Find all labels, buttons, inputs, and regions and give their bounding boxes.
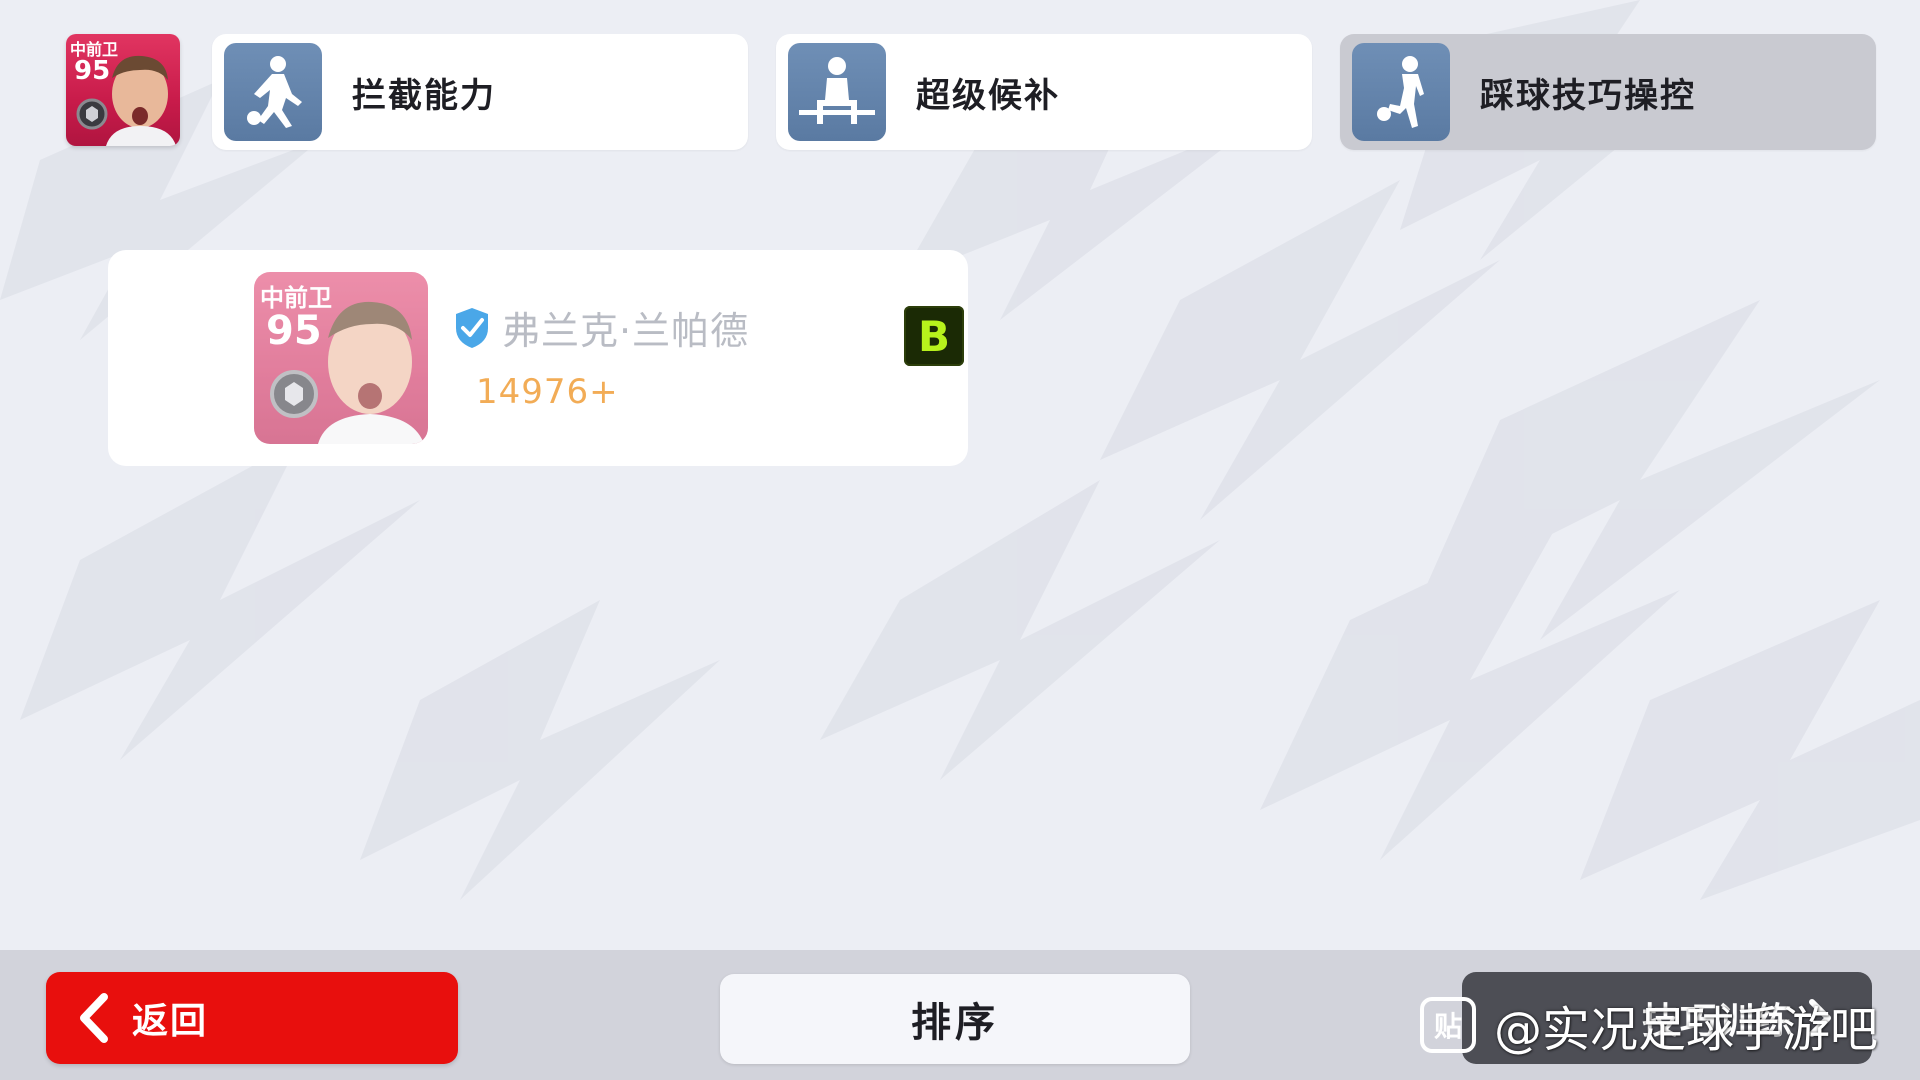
back-button[interactable]: 返回 bbox=[46, 972, 458, 1064]
tieba-logo-icon: 贴 bbox=[1420, 997, 1476, 1053]
skill-label-interception: 拦截能力 bbox=[352, 75, 496, 116]
skill-card-interception[interactable]: 拦截能力 bbox=[212, 34, 748, 150]
player-name-row: 弗兰克·兰帕德 bbox=[454, 300, 749, 355]
skill-label-super-sub: 超级候补 bbox=[916, 75, 1060, 116]
sole-control-player-icon bbox=[1352, 43, 1450, 141]
rating-label: 95 bbox=[74, 56, 111, 86]
player-list-item[interactable]: 中前卫 95 弗兰克·兰帕德 14976+ B bbox=[108, 250, 968, 466]
interception-player-icon bbox=[224, 43, 322, 141]
skill-card-super-sub[interactable]: 超级候补 bbox=[776, 34, 1312, 150]
watermark: 贴 @实况足球手游吧 bbox=[1420, 990, 1878, 1060]
thumb-rating-label: 95 bbox=[266, 308, 322, 354]
selected-player-card[interactable]: 中前卫 95 bbox=[66, 34, 180, 146]
player-name: 弗兰克·兰帕德 bbox=[502, 309, 750, 353]
player-points: 14976+ bbox=[476, 372, 619, 412]
watermark-text: @实况足球手游吧 bbox=[1494, 1002, 1879, 1058]
shield-check-icon bbox=[456, 307, 488, 348]
skill-label-sole-control: 踩球技巧操控 bbox=[1480, 75, 1696, 116]
player-thumbnail: 中前卫 95 bbox=[254, 272, 428, 444]
sort-button-label: 排序 bbox=[911, 1000, 999, 1046]
skill-card-sole-control[interactable]: 踩球技巧操控 bbox=[1340, 34, 1876, 150]
grade-badge: B bbox=[904, 306, 964, 366]
sort-button[interactable]: 排序 bbox=[720, 974, 1190, 1064]
back-button-label: 返回 bbox=[132, 1001, 209, 1042]
super-sub-player-icon bbox=[788, 43, 886, 141]
chevron-left-icon bbox=[80, 993, 108, 1043]
